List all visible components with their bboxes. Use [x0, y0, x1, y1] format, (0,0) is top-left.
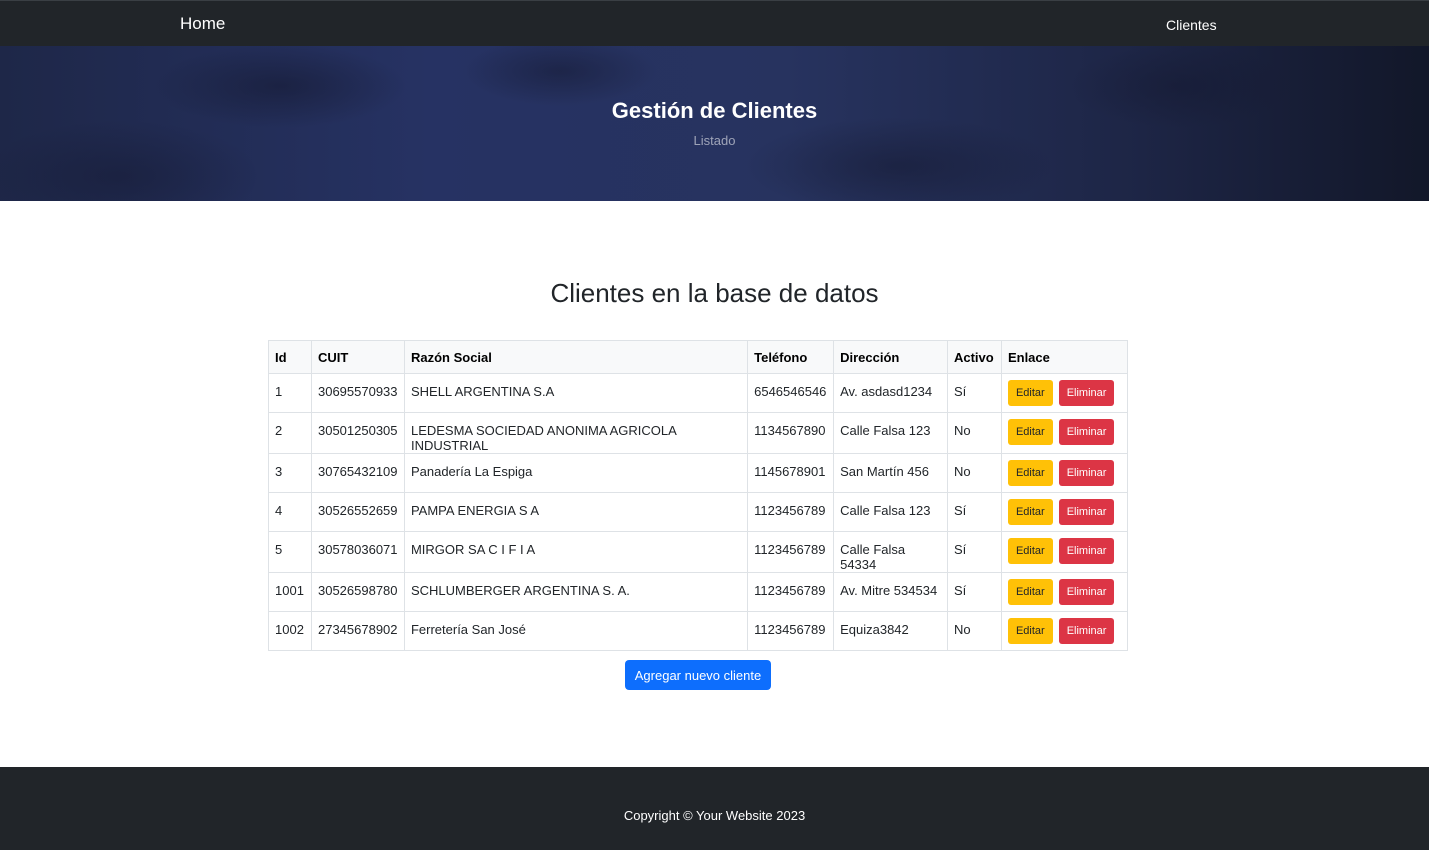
table-row: 1001 30526598780 SCHLUMBERGER ARGENTINA … — [268, 572, 1129, 612]
delete-button[interactable]: Eliminar — [1058, 419, 1115, 445]
cell-actions: Editar Eliminar — [1000, 412, 1129, 454]
cell-direccion: Calle Falsa 123 — [833, 412, 948, 454]
column-header-id: Id — [268, 340, 312, 374]
cell-actions: Editar Eliminar — [1000, 611, 1129, 651]
cell-telefono: 1123456789 — [747, 572, 835, 612]
hero-banner: Gestión de Clientes Listado — [0, 46, 1429, 201]
footer: Copyright © Your Website 2023 — [0, 767, 1429, 850]
cell-id: 5 — [268, 531, 312, 573]
cell-telefono: 1123456789 — [747, 531, 835, 573]
cell-direccion: San Martín 456 — [833, 453, 948, 493]
cell-id: 3 — [268, 453, 312, 493]
cell-actions: Editar Eliminar — [1000, 492, 1129, 532]
table-row: 1002 27345678902 Ferretería San José 112… — [268, 611, 1129, 651]
cell-telefono: 6546546546 — [747, 373, 835, 413]
delete-button[interactable]: Eliminar — [1058, 499, 1115, 525]
column-header-telefono: Teléfono — [747, 340, 835, 374]
edit-button[interactable]: Editar — [1007, 380, 1053, 406]
cell-id: 2 — [268, 412, 312, 454]
cell-cuit: 30695570933 — [310, 373, 405, 413]
cell-activo: Sí — [946, 492, 1002, 532]
cell-id: 1 — [268, 373, 312, 413]
cell-id: 1001 — [268, 572, 312, 612]
cell-cuit: 30501250305 — [310, 412, 405, 454]
cell-direccion: Av. asdasd1234 — [833, 373, 948, 413]
cell-activo: Sí — [946, 572, 1002, 612]
cell-id: 1002 — [268, 611, 312, 651]
footer-copyright: Copyright © Your Website 2023 — [623, 808, 806, 823]
cell-actions: Editar Eliminar — [1000, 531, 1129, 573]
cell-razon-social: SHELL ARGENTINA S.A — [403, 373, 749, 413]
cell-direccion: Av. Mitre 534534 — [833, 572, 948, 612]
cell-actions: Editar Eliminar — [1000, 572, 1129, 612]
cell-activo: Sí — [946, 531, 1002, 573]
cell-activo: Sí — [946, 373, 1002, 413]
page-title: Clientes en la base de datos — [550, 278, 879, 308]
add-client-button[interactable]: Agregar nuevo cliente — [625, 660, 771, 690]
cell-telefono: 1123456789 — [747, 611, 835, 651]
clients-table: Id CUIT Razón Social Teléfono Dirección … — [268, 340, 1129, 651]
cell-cuit: 30765432109 — [310, 453, 405, 493]
cell-activo: No — [946, 611, 1002, 651]
cell-direccion: Calle Falsa 123 — [833, 492, 948, 532]
cell-razon-social: Ferretería San José — [403, 611, 749, 651]
table-row: 3 30765432109 Panadería La Espiga 114567… — [268, 453, 1129, 493]
edit-button[interactable]: Editar — [1007, 460, 1053, 486]
delete-button[interactable]: Eliminar — [1058, 618, 1115, 644]
cell-id: 4 — [268, 492, 312, 532]
cell-razon-social: PAMPA ENERGIA S A — [403, 492, 749, 532]
table-row: 2 30501250305 LEDESMA SOCIEDAD ANONIMA A… — [268, 412, 1129, 454]
edit-button[interactable]: Editar — [1007, 538, 1053, 564]
edit-button[interactable]: Editar — [1007, 579, 1053, 605]
column-header-cuit: CUIT — [310, 340, 405, 374]
column-header-activo: Activo — [946, 340, 1002, 374]
cell-telefono: 1145678901 — [747, 453, 835, 493]
edit-button[interactable]: Editar — [1007, 419, 1053, 445]
table-row: 1 30695570933 SHELL ARGENTINA S.A 654654… — [268, 373, 1129, 413]
cell-direccion: Equiza3842 — [833, 611, 948, 651]
column-header-razon-social: Razón Social — [403, 340, 749, 374]
cell-activo: No — [946, 453, 1002, 493]
cell-cuit: 27345678902 — [310, 611, 405, 651]
cell-telefono: 1134567890 — [747, 412, 835, 454]
home-link[interactable]: Home — [180, 14, 225, 34]
table-header-row: Id CUIT Razón Social Teléfono Dirección … — [268, 340, 1129, 374]
delete-button[interactable]: Eliminar — [1058, 579, 1115, 605]
edit-button[interactable]: Editar — [1007, 618, 1053, 644]
delete-button[interactable]: Eliminar — [1058, 460, 1115, 486]
cell-actions: Editar Eliminar — [1000, 373, 1129, 413]
hero-subtitle: Listado — [693, 133, 736, 148]
cell-telefono: 1123456789 — [747, 492, 835, 532]
cell-razon-social: LEDESMA SOCIEDAD ANONIMA AGRICOLA INDUST… — [403, 412, 749, 454]
cell-razon-social: SCHLUMBERGER ARGENTINA S. A. — [403, 572, 749, 612]
nav-link-clientes[interactable]: Clientes — [1166, 17, 1217, 33]
cell-activo: No — [946, 412, 1002, 454]
cell-razon-social: MIRGOR SA C I F I A — [403, 531, 749, 573]
table-row: 5 30578036071 MIRGOR SA C I F I A 112345… — [268, 531, 1129, 573]
table-row: 4 30526552659 PAMPA ENERGIA S A 11234567… — [268, 492, 1129, 532]
edit-button[interactable]: Editar — [1007, 499, 1053, 525]
column-header-enlace: Enlace — [1000, 340, 1129, 374]
column-header-direccion: Dirección — [833, 340, 948, 374]
cell-cuit: 30526598780 — [310, 572, 405, 612]
cell-direccion: Calle Falsa 54334 — [833, 531, 948, 573]
delete-button[interactable]: Eliminar — [1058, 380, 1115, 406]
delete-button[interactable]: Eliminar — [1058, 538, 1115, 564]
hero-title: Gestión de Clientes — [611, 98, 818, 123]
cell-cuit: 30578036071 — [310, 531, 405, 573]
top-navbar: Home Clientes — [0, 0, 1429, 46]
cell-cuit: 30526552659 — [310, 492, 405, 532]
cell-actions: Editar Eliminar — [1000, 453, 1129, 493]
cell-razon-social: Panadería La Espiga — [403, 453, 749, 493]
